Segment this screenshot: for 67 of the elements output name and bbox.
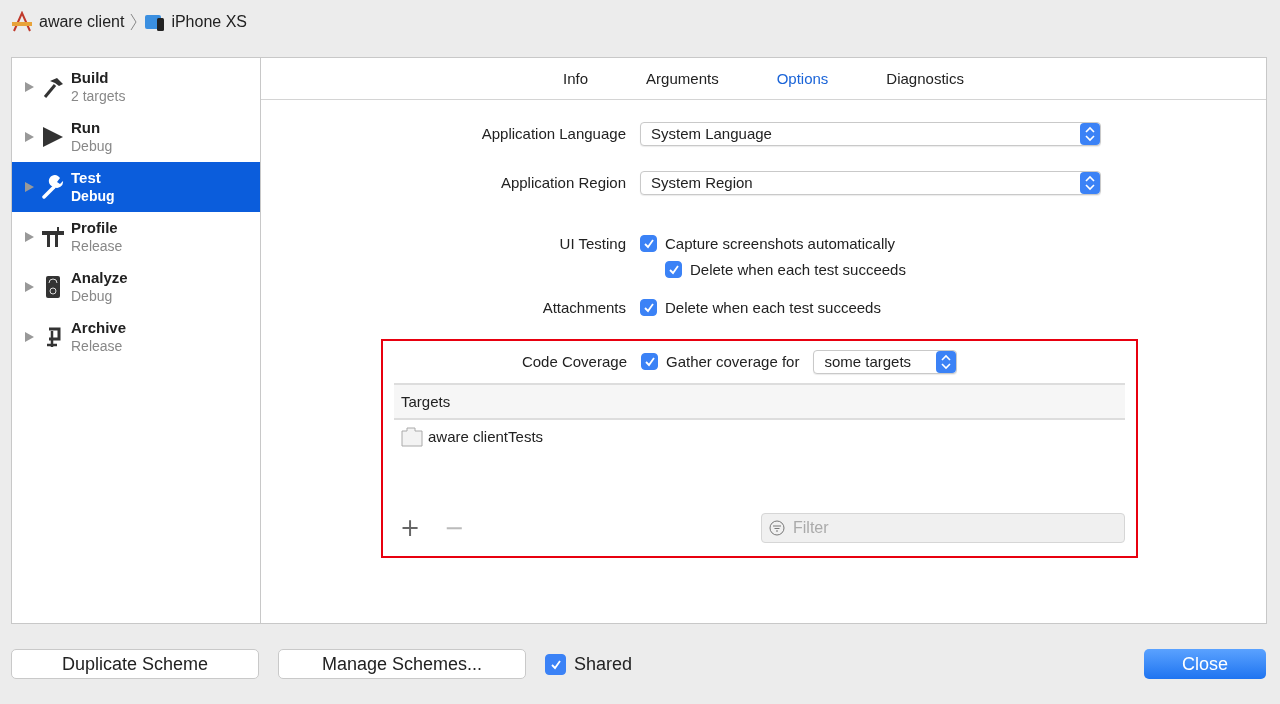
- action-title: Archive: [71, 317, 127, 337]
- wrench-icon: [41, 174, 65, 199]
- field-label: Application Language: [480, 123, 626, 144]
- popup-button[interactable]: System Region: [640, 170, 1101, 195]
- stepper-arrows-icon: [1080, 122, 1100, 145]
- checkmark-icon: [641, 237, 656, 251]
- checkmark-icon: [666, 263, 681, 277]
- chevron-icon: [130, 12, 139, 31]
- disclosure-triangle-icon: [24, 130, 35, 143]
- tab[interactable]: Info: [534, 69, 618, 87]
- checkbox-label: Capture screenshots automatically: [665, 235, 896, 253]
- action-title: Build: [71, 67, 110, 87]
- field-label: UI Testing: [558, 233, 626, 254]
- field-label: Application Region: [499, 172, 626, 193]
- checkmark-icon: [642, 355, 657, 369]
- tab[interactable]: Options: [747, 69, 858, 87]
- checkbox-label: Delete when each test succeeds: [690, 261, 906, 279]
- scheme-action-item[interactable]: Run Debug: [12, 111, 260, 162]
- popup-button[interactable]: System Language: [640, 121, 1101, 146]
- checkbox-label: Delete when each test succeeds: [665, 299, 881, 317]
- scheme-action-item[interactable]: Archive Release: [12, 311, 260, 362]
- popup-button[interactable]: some targets: [813, 349, 958, 374]
- disclosure-triangle-icon: [24, 230, 35, 243]
- scheme-action-item[interactable]: Profile Release: [12, 211, 260, 262]
- field-label: Code Coverage: [520, 351, 627, 372]
- app-icon: [11, 10, 33, 33]
- stepper-arrows-icon: [1080, 171, 1100, 194]
- tab[interactable]: Diagnostics: [857, 69, 993, 87]
- action-title: Profile: [71, 217, 119, 237]
- checkbox-label: Gather coverage for: [666, 353, 800, 371]
- table-row[interactable]: aware clientTests: [394, 425, 1125, 448]
- checkbox[interactable]: [665, 261, 682, 279]
- stepper-arrows-icon: [936, 350, 957, 373]
- action-subtitle: 2 targets: [71, 86, 126, 106]
- project-name[interactable]: aware client: [39, 12, 125, 31]
- action-subtitle: Debug: [71, 286, 114, 306]
- add-button[interactable]: +: [394, 515, 427, 540]
- scheme-action-item[interactable]: Build 2 targets: [12, 61, 260, 112]
- disclosure-triangle-icon: [24, 180, 35, 193]
- disclosure-triangle-icon: [24, 280, 35, 293]
- action-subtitle: Debug: [71, 186, 115, 206]
- scheme-button[interactable]: Duplicate Scheme: [11, 649, 259, 680]
- field-label: Attachments: [541, 297, 626, 318]
- checkbox-label: Shared: [574, 653, 633, 675]
- checkbox[interactable]: [640, 235, 657, 253]
- checkbox[interactable]: [545, 653, 566, 675]
- disclosure-triangle-icon: [24, 330, 35, 343]
- column-header[interactable]: Targets: [394, 392, 451, 410]
- filter-field[interactable]: Filter: [761, 512, 1125, 543]
- scheme-action-item[interactable]: Test Debug: [12, 161, 260, 212]
- checkbox[interactable]: [640, 299, 657, 317]
- scheme-action-item[interactable]: Analyze Debug: [12, 261, 260, 312]
- action-subtitle: Release: [71, 336, 124, 356]
- checkbox[interactable]: [641, 353, 658, 371]
- action-title: Analyze: [71, 267, 128, 287]
- device-name[interactable]: iPhone XS: [171, 12, 247, 31]
- action-subtitle: Debug: [71, 136, 113, 156]
- play-icon: [41, 124, 65, 149]
- disclosure-triangle-icon: [24, 80, 35, 93]
- action-title: Test: [71, 167, 102, 187]
- checkmark-icon: [641, 301, 656, 315]
- action-title: Run: [71, 117, 102, 137]
- action-subtitle: Release: [71, 236, 123, 256]
- target-icon: [401, 426, 423, 447]
- tab[interactable]: Arguments: [617, 69, 748, 87]
- caliper-icon: [41, 224, 65, 249]
- scheme-button[interactable]: Manage Schemes...: [278, 649, 526, 680]
